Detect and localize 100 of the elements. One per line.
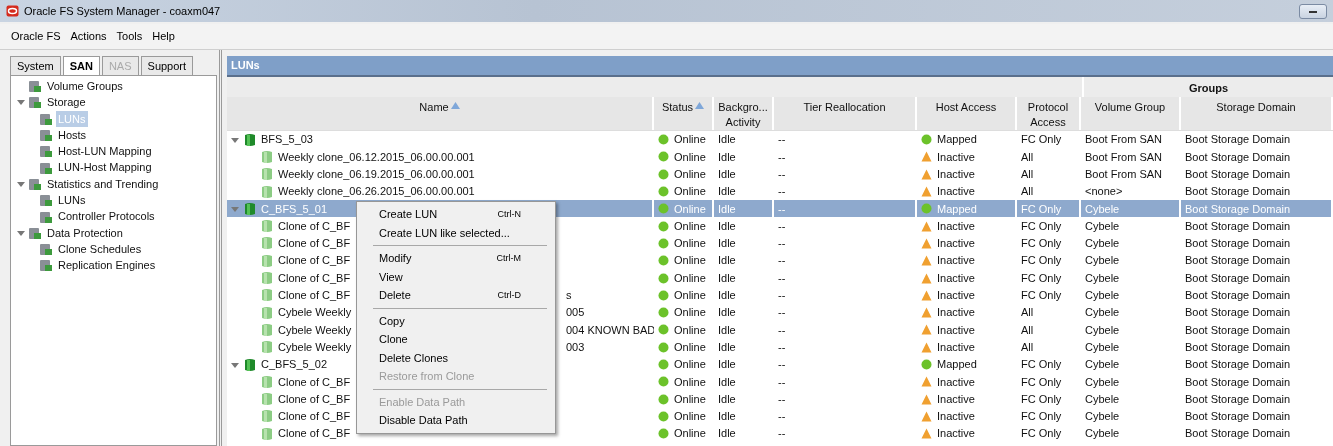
menu-item[interactable]: View: [357, 267, 555, 286]
menu-item[interactable]: Delete Ctrl-D: [357, 286, 555, 305]
lun-icon: [261, 253, 273, 268]
menu-item[interactable]: Help: [149, 26, 182, 47]
tree-item[interactable]: LUN-Host Mapping: [56, 159, 154, 176]
status-text: Online: [674, 132, 706, 148]
tree-item[interactable]: Replication Engines: [56, 257, 158, 274]
status-icon: [658, 134, 669, 146]
lun-name[interactable]: Clone of C_BF: [278, 235, 351, 252]
lun-name[interactable]: Clone of C_BF: [278, 217, 351, 235]
table-cell-text: Idle: [717, 236, 737, 252]
host-access-text: Inactive: [937, 305, 975, 321]
lun-name[interactable]: Clone of C_BF: [278, 252, 351, 269]
menu-item[interactable]: Actions: [67, 26, 114, 47]
lun-name[interactable]: Weekly clone_06.19.2015_06.00.00.001: [278, 166, 475, 183]
table-cell-text: Cybele: [1084, 409, 1121, 425]
column-header[interactable]: Storage Domain: [1181, 97, 1333, 130]
lun-name[interactable]: Clone of C_BF: [278, 390, 351, 408]
menu-item[interactable]: Oracle FS: [8, 26, 68, 47]
status-text: Online: [674, 426, 706, 442]
status-text: Online: [674, 201, 706, 217]
menu-item[interactable]: Clone: [357, 330, 555, 349]
lun-name[interactable]: C_BFS_5_02: [261, 356, 328, 373]
table-cell-text: Idle: [717, 132, 737, 148]
tree-item[interactable]: Host-LUN Mapping: [56, 143, 154, 160]
menu-item[interactable]: Tools: [113, 26, 150, 47]
node-icon: [39, 128, 53, 143]
column-header[interactable]: Name: [227, 97, 654, 130]
menu-item[interactable]: Create LUN like selected...: [357, 223, 555, 242]
tree-item[interactable]: Controller Protocols: [56, 208, 157, 225]
host-access-text: Inactive: [937, 339, 975, 355]
column-header[interactable]: Tier Reallocation: [774, 97, 917, 130]
table-cell-text: Idle: [717, 339, 737, 355]
column-header[interactable]: Status: [654, 97, 714, 130]
menu-item[interactable]: Copy: [357, 311, 555, 330]
status-icon: [658, 428, 669, 440]
expand-arrow-icon[interactable]: [17, 179, 25, 188]
host-access-text: Inactive: [937, 288, 975, 304]
column-header[interactable]: Volume Group: [1081, 97, 1181, 130]
status-text: Online: [674, 339, 706, 355]
lun-name[interactable]: Clone of C_BF: [278, 269, 351, 287]
tree-item[interactable]: Statistics and Trending: [45, 175, 161, 193]
table-cell-text: --: [777, 184, 787, 200]
lun-icon: [261, 236, 273, 251]
node-icon: [39, 209, 53, 224]
menu-item[interactable]: Modify Ctrl-M: [357, 249, 555, 268]
host-access-text: Inactive: [937, 236, 975, 252]
lun-name[interactable]: Clone of C_BF: [278, 408, 351, 425]
expand-arrow-icon[interactable]: [231, 360, 239, 369]
table-cell-text: Idle: [717, 167, 737, 182]
table-cell-text: Idle: [717, 374, 737, 390]
table-cell-text: Cybele: [1084, 236, 1121, 252]
table-cell-text: Cybele: [1084, 426, 1121, 442]
lun-icon: [261, 322, 273, 337]
column-header[interactable]: Host Access: [917, 97, 1017, 130]
host-access-text: Mapped: [937, 132, 977, 148]
shortcut-text: Ctrl-D: [497, 288, 522, 302]
shortcut-text: Ctrl-N: [497, 207, 522, 221]
lun-name[interactable]: Clone of C_BF: [278, 425, 351, 442]
tree-item[interactable]: Storage: [45, 94, 88, 111]
lun-name[interactable]: BFS_5_03: [261, 131, 313, 148]
lun-icon: [261, 392, 273, 407]
lun-name[interactable]: Cybele Weekly: [278, 304, 352, 321]
status-text: Online: [674, 270, 706, 286]
tab[interactable]: SAN: [62, 56, 100, 75]
status-text: Online: [674, 409, 706, 425]
minimize-button[interactable]: [1299, 3, 1327, 19]
menu-item[interactable]: Create LUN Ctrl-N: [357, 205, 555, 224]
lun-name[interactable]: Cybele Weekly: [278, 321, 352, 339]
host-access-text: Inactive: [937, 167, 975, 182]
lun-name[interactable]: Weekly clone_06.12.2015_06.00.00.001: [278, 148, 475, 166]
host-access-text: Inactive: [937, 374, 975, 390]
tree-item[interactable]: LUNs: [56, 192, 88, 209]
table-cell-text: Idle: [717, 357, 737, 373]
tree-item[interactable]: Hosts: [56, 126, 89, 144]
table-cell-text: FC Only: [1020, 357, 1063, 373]
lun-name[interactable]: Clone of C_BF: [278, 373, 351, 391]
status-text: Online: [674, 236, 706, 252]
column-header[interactable]: Protocol Access: [1017, 97, 1081, 130]
tab[interactable]: Support: [140, 56, 194, 75]
expand-arrow-icon[interactable]: [231, 135, 239, 144]
lun-name[interactable]: Clone of C_BF: [278, 287, 351, 304]
table-cell-text: --: [777, 322, 787, 338]
status-text: Online: [674, 184, 706, 200]
lun-name[interactable]: Weekly clone_06.26.2015_06.00.00.001: [278, 183, 475, 200]
menu-item[interactable]: Delete Clones: [357, 348, 555, 367]
lun-name[interactable]: Cybele Weekly: [278, 338, 352, 356]
tree-item[interactable]: Data Protection: [45, 224, 125, 242]
node-icon: [28, 225, 42, 240]
node-icon: [39, 160, 53, 175]
menu-item[interactable]: Disable Data Path: [357, 411, 555, 430]
host-access-text: Inactive: [937, 253, 975, 269]
expand-arrow-icon[interactable]: [17, 98, 25, 107]
table-cell-text: Boot From SAN: [1084, 167, 1164, 182]
expand-arrow-icon[interactable]: [17, 228, 25, 237]
table-cell-text: FC Only: [1020, 288, 1063, 304]
column-header[interactable]: Backgro... Activity: [714, 97, 774, 130]
tree-item[interactable]: Clone Schedules: [56, 240, 144, 258]
tab[interactable]: System: [10, 56, 61, 75]
tree-item[interactable]: Volume Groups: [45, 77, 125, 95]
